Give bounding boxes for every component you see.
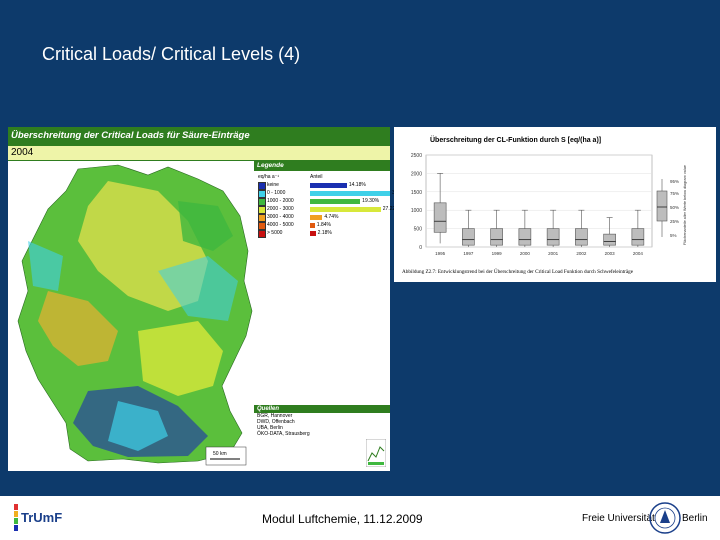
map-sources: Quellen BGR, Hannover DWD, Offenbach UBA… bbox=[254, 405, 390, 471]
box bbox=[462, 228, 475, 246]
legend-share-bar bbox=[310, 183, 347, 188]
x-tick-label: 1997 bbox=[463, 251, 474, 256]
legend-label: 1000 - 2000 bbox=[267, 198, 294, 204]
box bbox=[631, 228, 645, 246]
box bbox=[490, 228, 503, 246]
chart-caption: Abbildung Z2.7: Entwicklungstrend bei de… bbox=[402, 269, 634, 275]
map-year: 2004 bbox=[8, 145, 390, 161]
box bbox=[433, 202, 447, 233]
plot-area bbox=[425, 154, 653, 248]
legend-percentile-label: 75% bbox=[670, 191, 679, 196]
legend-share-bar bbox=[310, 223, 315, 228]
sources-title: Quellen bbox=[254, 405, 390, 413]
legend-swatch bbox=[258, 190, 266, 198]
germany-map: 50 km bbox=[8, 161, 254, 471]
x-tick-label: 2004 bbox=[633, 251, 644, 256]
legend-item: 1000 - 2000 19.30% bbox=[258, 198, 388, 206]
legend-share-bar bbox=[310, 207, 381, 212]
y-tick-label: 0 bbox=[419, 245, 422, 251]
legend-swatch bbox=[258, 230, 266, 238]
legend-unit: eq/ha a⁻¹ bbox=[258, 174, 279, 180]
legend-share-bar bbox=[310, 231, 316, 236]
legend-share-bar bbox=[310, 191, 391, 196]
scale-label: 50 km bbox=[213, 451, 227, 457]
legend-percent: 1.84% bbox=[316, 222, 331, 228]
legend-item: 4000 - 5000 1.84% bbox=[258, 222, 388, 230]
legend-percent: 2.18% bbox=[317, 230, 332, 236]
y-tick-label: 2500 bbox=[411, 153, 422, 159]
x-tick-label: 2001 bbox=[548, 251, 559, 256]
legend-share-bar bbox=[310, 215, 323, 220]
legend-label: 0 - 1000 bbox=[267, 190, 286, 196]
x-tick-label: 2002 bbox=[576, 251, 587, 256]
legend-percent: 14.18% bbox=[348, 182, 366, 188]
legend-label: > 5000 bbox=[267, 230, 283, 236]
box-chart-figure: Überschreitung der CL-Funktion durch S [… bbox=[394, 127, 716, 282]
legend-percentile-label: 5% bbox=[670, 233, 677, 238]
x-tick-label: 2000 bbox=[520, 251, 531, 256]
map-header: Überschreitung der Critical Loads für Sä… bbox=[8, 127, 390, 145]
y-tick-label: 500 bbox=[414, 227, 423, 233]
legend-label: keine bbox=[267, 182, 279, 188]
university-name-left: Freie Universität bbox=[582, 513, 655, 524]
legend-percentile-label: 95% bbox=[670, 179, 679, 184]
legend-percentile-label: 50% bbox=[670, 205, 679, 210]
legend-swatch bbox=[258, 182, 266, 190]
legend-label: 2000 - 3000 bbox=[267, 206, 294, 212]
legend-percent: 19.30% bbox=[362, 198, 380, 204]
footer-text: Modul Luftchemie, 11.12.2009 bbox=[262, 512, 423, 526]
trumf-logo: TrUmF bbox=[14, 504, 62, 531]
legend-percent: 4.74% bbox=[324, 214, 339, 220]
legend-swatch bbox=[258, 222, 266, 230]
x-tick-label: 1999 bbox=[492, 251, 503, 256]
box bbox=[575, 228, 588, 246]
box bbox=[603, 233, 616, 246]
legend-item: > 5000 2.18% bbox=[258, 230, 388, 238]
x-tick-label: 2003 bbox=[605, 251, 616, 256]
university-name-right: Berlin bbox=[682, 513, 708, 524]
box bbox=[518, 228, 532, 246]
trumf-logo-text: TrUmF bbox=[21, 510, 62, 525]
y-tick-label: 2000 bbox=[411, 171, 422, 177]
legend-label: 3000 - 4000 bbox=[267, 214, 294, 220]
y-tick-label: 1000 bbox=[411, 208, 422, 214]
legend-swatch bbox=[258, 206, 266, 214]
footer: TrUmF Modul Luftchemie, 11.12.2009 Freie… bbox=[0, 496, 720, 540]
slide-title: Critical Loads/ Critical Levels (4) bbox=[42, 44, 301, 64]
box bbox=[546, 228, 560, 246]
y-tick-label: 1500 bbox=[411, 190, 422, 196]
legend-swatch bbox=[258, 198, 266, 206]
map-legend: Legende eq/ha a⁻¹ Anteil keine 14.18% 0 - … bbox=[254, 161, 409, 419]
legend-note: Flächenanteile aller Werte below diagram… bbox=[683, 165, 687, 245]
legend-swatch bbox=[258, 214, 266, 222]
legend-percentile-label: 25% bbox=[670, 219, 679, 224]
x-tick-label: 1995 bbox=[435, 251, 446, 256]
legend-item: 2000 - 3000 27.22% bbox=[258, 206, 400, 214]
legend-item: 3000 - 4000 4.74% bbox=[258, 214, 388, 222]
map-figure: Überschreitung der Critical Loads für Sä… bbox=[8, 127, 409, 471]
legend-share-label: Anteil bbox=[310, 174, 323, 180]
source-line: ÖKO-DATA, Strausberg bbox=[257, 431, 310, 437]
box-chart: 0 500 1000 1500 2000 2500 1995 1997 1999 2000 2001… bbox=[411, 153, 687, 256]
legend-label: 4000 - 5000 bbox=[267, 222, 294, 228]
university-seal-icon bbox=[649, 502, 681, 534]
legend-item: 0 - 100030.84% bbox=[258, 190, 409, 198]
legend-title: Legende bbox=[254, 161, 390, 171]
legend-item: keine 14.18% bbox=[258, 182, 388, 190]
oeko-data-logo bbox=[366, 439, 386, 467]
legend-box bbox=[656, 190, 668, 222]
legend-share-bar bbox=[310, 199, 361, 204]
